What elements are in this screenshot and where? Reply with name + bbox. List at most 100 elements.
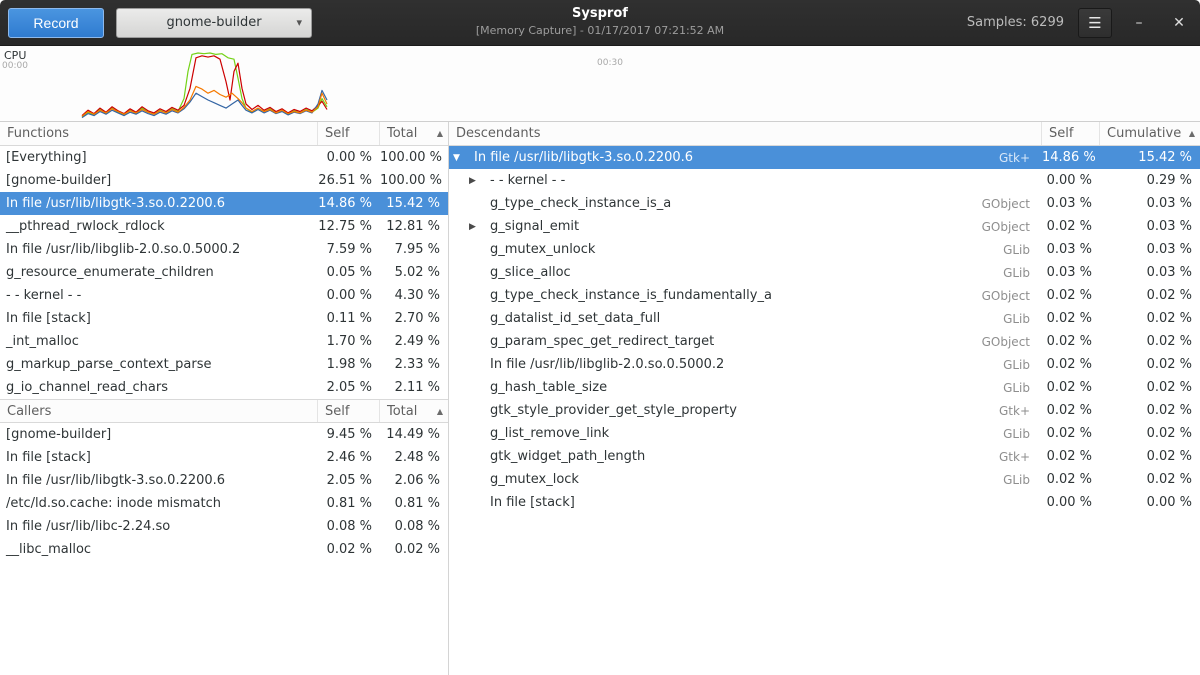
caller-self-percent: 0.81 % <box>318 496 380 511</box>
total-column-label: Total <box>387 126 417 141</box>
function-row[interactable]: In file /usr/lib/libgtk-3.so.0.2200.6 14… <box>0 192 448 215</box>
descendant-cumulative-percent: 0.02 % <box>1100 449 1200 464</box>
descendant-self-percent: 0.02 % <box>1042 288 1100 303</box>
descendant-category: GObject <box>968 289 1042 303</box>
descendants-column-header[interactable]: Descendants <box>449 122 1042 145</box>
process-selector-dropdown[interactable]: gnome-builder ▾ <box>116 8 312 38</box>
descendant-row[interactable]: g_slice_alloc GLib 0.03 % 0.03 % <box>449 261 1200 284</box>
descendant-name: - - kernel - - <box>484 173 968 188</box>
process-selector-label: gnome-builder <box>166 15 261 30</box>
function-row[interactable]: [gnome-builder] 26.51 % 100.00 % <box>0 169 448 192</box>
self-column-label: Self <box>1049 126 1073 141</box>
function-self-percent: 0.11 % <box>318 311 380 326</box>
sort-arrow-icon: ▲ <box>437 407 448 416</box>
function-row[interactable]: In file /usr/lib/libglib-2.0.so.0.5000.2… <box>0 238 448 261</box>
function-row[interactable]: In file [stack] 0.11 % 2.70 % <box>0 307 448 330</box>
descendant-row[interactable]: ▼ In file /usr/lib/libgtk-3.so.0.2200.6 … <box>449 146 1200 169</box>
caller-name: [gnome-builder] <box>0 427 318 442</box>
descendant-row[interactable]: g_type_check_instance_is_fundamentally_a… <box>449 284 1200 307</box>
descendant-cumulative-percent: 0.02 % <box>1100 288 1200 303</box>
caller-total-percent: 0.81 % <box>380 496 448 511</box>
sysprof-window: Record gnome-builder ▾ Sysprof [Memory C… <box>0 0 1200 675</box>
function-row[interactable]: - - kernel - - 0.00 % 4.30 % <box>0 284 448 307</box>
function-total-percent: 2.33 % <box>380 357 448 372</box>
function-row[interactable]: g_io_channel_read_chars 2.05 % 2.11 % <box>0 376 448 399</box>
caller-self-percent: 0.08 % <box>318 519 380 534</box>
menu-button[interactable]: ☰ <box>1078 8 1112 38</box>
function-self-percent: 7.59 % <box>318 242 380 257</box>
descendant-row[interactable]: gtk_style_provider_get_style_property Gt… <box>449 399 1200 422</box>
function-row[interactable]: g_markup_parse_context_parse 1.98 % 2.33… <box>0 353 448 376</box>
hamburger-icon: ☰ <box>1088 14 1101 32</box>
function-name: In file /usr/lib/libglib-2.0.so.0.5000.2 <box>0 242 318 257</box>
descendant-name: g_datalist_id_set_data_full <box>484 311 968 326</box>
caller-total-percent: 2.48 % <box>380 450 448 465</box>
function-total-percent: 12.81 % <box>380 219 448 234</box>
function-self-percent: 1.70 % <box>318 334 380 349</box>
function-self-percent: 26.51 % <box>318 173 380 188</box>
functions-total-column-header[interactable]: Total ▲ <box>380 122 448 145</box>
descendant-row[interactable]: g_mutex_lock GLib 0.02 % 0.02 % <box>449 468 1200 491</box>
function-self-percent: 0.00 % <box>318 150 380 165</box>
cpu-graph[interactable]: CPU 00:00 00:30 <box>0 46 1200 122</box>
expander-icon[interactable]: ▼ <box>453 153 468 163</box>
descendants-cumulative-column-header[interactable]: Cumulative ▲ <box>1100 122 1200 145</box>
descendant-name: g_hash_table_size <box>484 380 968 395</box>
expander-icon[interactable]: ▶ <box>469 222 484 232</box>
descendant-row[interactable]: gtk_widget_path_length Gtk+ 0.02 % 0.02 … <box>449 445 1200 468</box>
caller-self-percent: 2.46 % <box>318 450 380 465</box>
self-column-label: Self <box>325 126 349 141</box>
caller-row[interactable]: __libc_malloc 0.02 % 0.02 % <box>0 538 448 561</box>
descendant-row[interactable]: g_hash_table_size GLib 0.02 % 0.02 % <box>449 376 1200 399</box>
function-row[interactable]: _int_malloc 1.70 % 2.49 % <box>0 330 448 353</box>
function-name: In file [stack] <box>0 311 318 326</box>
descendant-self-percent: 0.02 % <box>1042 334 1100 349</box>
caller-name: In file /usr/lib/libc-2.24.so <box>0 519 318 534</box>
function-self-percent: 0.05 % <box>318 265 380 280</box>
descendant-self-percent: 0.03 % <box>1042 265 1100 280</box>
callers-column-header[interactable]: Callers <box>0 400 318 422</box>
record-button[interactable]: Record <box>8 8 104 38</box>
time-tick-start: 00:00 <box>2 61 28 71</box>
callers-total-column-header[interactable]: Total ▲ <box>380 400 448 422</box>
caller-row[interactable]: In file /usr/lib/libc-2.24.so 0.08 % 0.0… <box>0 515 448 538</box>
descendant-name: gtk_style_provider_get_style_property <box>484 403 968 418</box>
caller-row[interactable]: [gnome-builder] 9.45 % 14.49 % <box>0 423 448 446</box>
function-total-percent: 7.95 % <box>380 242 448 257</box>
function-total-percent: 2.49 % <box>380 334 448 349</box>
descendant-self-percent: 0.02 % <box>1042 357 1100 372</box>
descendant-row[interactable]: In file [stack] 0.00 % 0.00 % <box>449 491 1200 514</box>
expander-icon[interactable]: ▶ <box>469 176 484 186</box>
function-row[interactable]: [Everything] 0.00 % 100.00 % <box>0 146 448 169</box>
functions-column-header[interactable]: Functions <box>0 122 318 145</box>
descendant-row[interactable]: g_type_check_instance_is_a GObject 0.03 … <box>449 192 1200 215</box>
caller-row[interactable]: /etc/ld.so.cache: inode mismatch 0.81 % … <box>0 492 448 515</box>
caller-self-percent: 2.05 % <box>318 473 380 488</box>
callers-self-column-header[interactable]: Self <box>318 400 380 422</box>
descendant-row[interactable]: ▶ g_signal_emit GObject 0.02 % 0.03 % <box>449 215 1200 238</box>
minimize-button[interactable]: – <box>1126 10 1152 36</box>
caller-self-percent: 0.02 % <box>318 542 380 557</box>
descendant-row[interactable]: ▶ - - kernel - - 0.00 % 0.29 % <box>449 169 1200 192</box>
descendant-row[interactable]: g_list_remove_link GLib 0.02 % 0.02 % <box>449 422 1200 445</box>
caller-row[interactable]: In file [stack] 2.46 % 2.48 % <box>0 446 448 469</box>
descendant-cumulative-percent: 0.02 % <box>1100 357 1200 372</box>
descendant-self-percent: 0.03 % <box>1042 242 1100 257</box>
right-panel: Descendants Self Cumulative ▲ ▼ In file … <box>449 122 1200 675</box>
function-row[interactable]: g_resource_enumerate_children 0.05 % 5.0… <box>0 261 448 284</box>
caller-self-percent: 9.45 % <box>318 427 380 442</box>
descendant-row[interactable]: g_datalist_id_set_data_full GLib 0.02 % … <box>449 307 1200 330</box>
function-row[interactable]: __pthread_rwlock_rdlock 12.75 % 12.81 % <box>0 215 448 238</box>
descendant-self-percent: 0.02 % <box>1042 219 1100 234</box>
caller-row[interactable]: In file /usr/lib/libgtk-3.so.0.2200.6 2.… <box>0 469 448 492</box>
close-button[interactable]: ✕ <box>1166 10 1192 36</box>
descendants-self-column-header[interactable]: Self <box>1042 122 1100 145</box>
function-self-percent: 12.75 % <box>318 219 380 234</box>
descendant-row[interactable]: g_param_spec_get_redirect_target GObject… <box>449 330 1200 353</box>
self-column-label: Self <box>325 404 349 419</box>
descendant-cumulative-percent: 0.02 % <box>1100 472 1200 487</box>
functions-self-column-header[interactable]: Self <box>318 122 380 145</box>
descendant-row[interactable]: In file /usr/lib/libglib-2.0.so.0.5000.2… <box>449 353 1200 376</box>
sort-arrow-icon: ▲ <box>437 129 448 138</box>
descendant-row[interactable]: g_mutex_unlock GLib 0.03 % 0.03 % <box>449 238 1200 261</box>
